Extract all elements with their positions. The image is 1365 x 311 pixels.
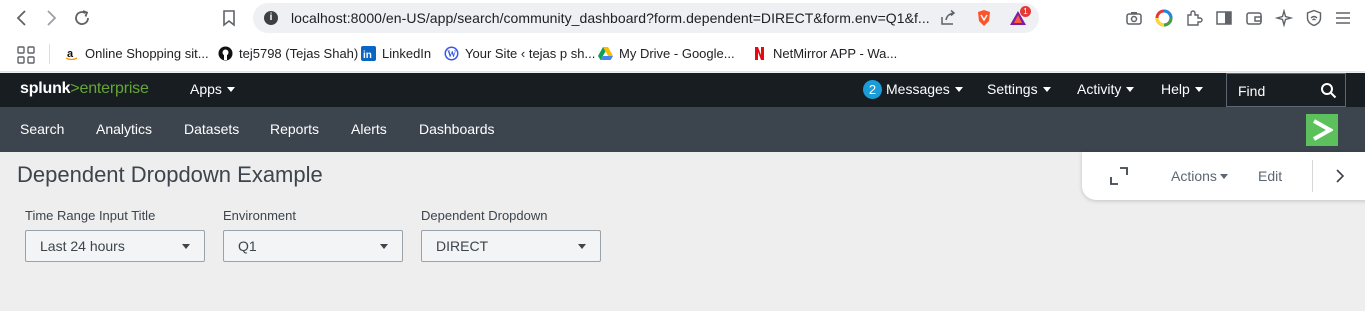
find-input[interactable]: Find: [1226, 73, 1346, 107]
edit-button[interactable]: Edit: [1258, 168, 1282, 184]
vpn-shield-icon[interactable]: [1305, 9, 1323, 27]
caret-down-icon: [1042, 87, 1051, 92]
nav-dashboards[interactable]: Dashboards: [419, 121, 495, 137]
input-label-dependent-dropdown: Dependent Dropdown: [421, 208, 548, 223]
site-info-icon[interactable]: i: [264, 11, 278, 25]
caret-down-icon: [380, 244, 388, 249]
google-drive-icon: [598, 47, 613, 60]
page-title: Dependent Dropdown Example: [17, 162, 323, 187]
color-wheel-icon[interactable]: [1155, 9, 1173, 27]
actions-divider: [1312, 160, 1313, 192]
dropdown-value: Last 24 hours: [40, 238, 125, 254]
svg-text:in: in: [363, 50, 372, 61]
splunk-logo[interactable]: splunk>enterprise: [20, 80, 149, 98]
help-menu[interactable]: Help: [1161, 81, 1203, 97]
dependent-dropdown[interactable]: DIRECT: [421, 230, 601, 262]
url-text[interactable]: localhost:8000/en-US/app/search/communit…: [291, 10, 930, 26]
forward-icon[interactable]: [41, 8, 61, 28]
nav-datasets[interactable]: Datasets: [184, 121, 239, 137]
caret-down-icon: [182, 244, 190, 249]
caret-down-icon: [1126, 87, 1135, 92]
back-icon[interactable]: [12, 8, 32, 28]
input-label-time-range: Time Range Input Title: [25, 208, 156, 223]
logo-product: enterprise: [79, 80, 149, 97]
caret-down-icon: [578, 244, 586, 249]
netmirror-icon: [755, 47, 764, 60]
camera-icon[interactable]: [1125, 9, 1143, 27]
caret-down-icon: [1194, 87, 1203, 92]
leo-ai-icon[interactable]: [1275, 9, 1293, 27]
caret-down-icon: [1219, 174, 1228, 179]
bookmark-divider: [49, 44, 50, 64]
wordpress-icon: W: [444, 46, 459, 61]
caret-down-icon: [226, 87, 235, 92]
github-icon: [218, 46, 233, 61]
dropdown-value: Q1: [238, 238, 257, 254]
nav-reports[interactable]: Reports: [270, 121, 319, 137]
search-app-launch-button[interactable]: [1306, 114, 1338, 146]
nav-alerts[interactable]: Alerts: [351, 121, 387, 137]
messages-menu[interactable]: Messages: [886, 81, 963, 97]
bookmark-icon[interactable]: [219, 8, 239, 28]
sidebar-icon[interactable]: [1215, 9, 1233, 27]
messages-count-badge[interactable]: 2: [863, 80, 882, 99]
notification-badge: 1: [1020, 6, 1031, 17]
logo-separator: >: [70, 80, 80, 97]
nav-search[interactable]: Search: [20, 121, 64, 137]
search-icon[interactable]: [1320, 82, 1337, 99]
input-label-environment: Environment: [223, 208, 296, 223]
nav-analytics[interactable]: Analytics: [96, 121, 152, 137]
settings-menu[interactable]: Settings: [987, 81, 1051, 97]
actions-button[interactable]: Actions: [1171, 168, 1228, 184]
splunk-header: splunk>enterprise Apps Messages Settings…: [0, 73, 1365, 107]
logo-brand: splunk: [20, 80, 71, 97]
time-range-dropdown[interactable]: Last 24 hours: [25, 230, 205, 262]
messages-menu-label: Messages: [886, 81, 950, 97]
brave-shield-icon[interactable]: [975, 9, 993, 27]
settings-menu-label: Settings: [987, 81, 1038, 97]
activity-menu-label: Activity: [1077, 81, 1122, 97]
apps-menu-label: Apps: [190, 81, 222, 97]
help-menu-label: Help: [1161, 81, 1190, 97]
amazon-icon: a: [64, 46, 79, 61]
app-nav-bar: Search Analytics Datasets Reports Alerts…: [0, 107, 1365, 152]
address-bar[interactable]: i localhost:8000/en-US/app/search/commun…: [253, 3, 1039, 33]
actions-label: Actions: [1171, 168, 1217, 184]
share-icon[interactable]: [939, 9, 957, 27]
wallet-icon[interactable]: [1245, 9, 1263, 27]
find-placeholder: Find: [1238, 83, 1266, 99]
menu-icon[interactable]: [1334, 9, 1352, 27]
chevron-right-icon: [1313, 119, 1333, 141]
svg-text:W: W: [447, 49, 456, 59]
reload-icon[interactable]: [72, 8, 92, 28]
activity-menu[interactable]: Activity: [1077, 81, 1135, 97]
apps-grid-icon[interactable]: [17, 46, 35, 64]
chevron-right-icon[interactable]: [1335, 169, 1345, 183]
linkedin-icon: in: [361, 46, 376, 61]
environment-dropdown[interactable]: Q1: [223, 230, 403, 262]
extensions-icon[interactable]: [1185, 9, 1203, 27]
bookmarks-bar: a Online Shopping sit... tej5798 (Tejas …: [0, 36, 1365, 72]
browser-toolbar: i localhost:8000/en-US/app/search/commun…: [0, 0, 1365, 36]
caret-down-icon: [954, 87, 963, 92]
apps-menu[interactable]: Apps: [190, 81, 235, 97]
fullscreen-icon[interactable]: [1110, 167, 1128, 185]
dashboard-actions-panel: Actions Edit: [1082, 152, 1365, 200]
svg-text:a: a: [67, 48, 74, 60]
dropdown-value: DIRECT: [436, 238, 489, 254]
